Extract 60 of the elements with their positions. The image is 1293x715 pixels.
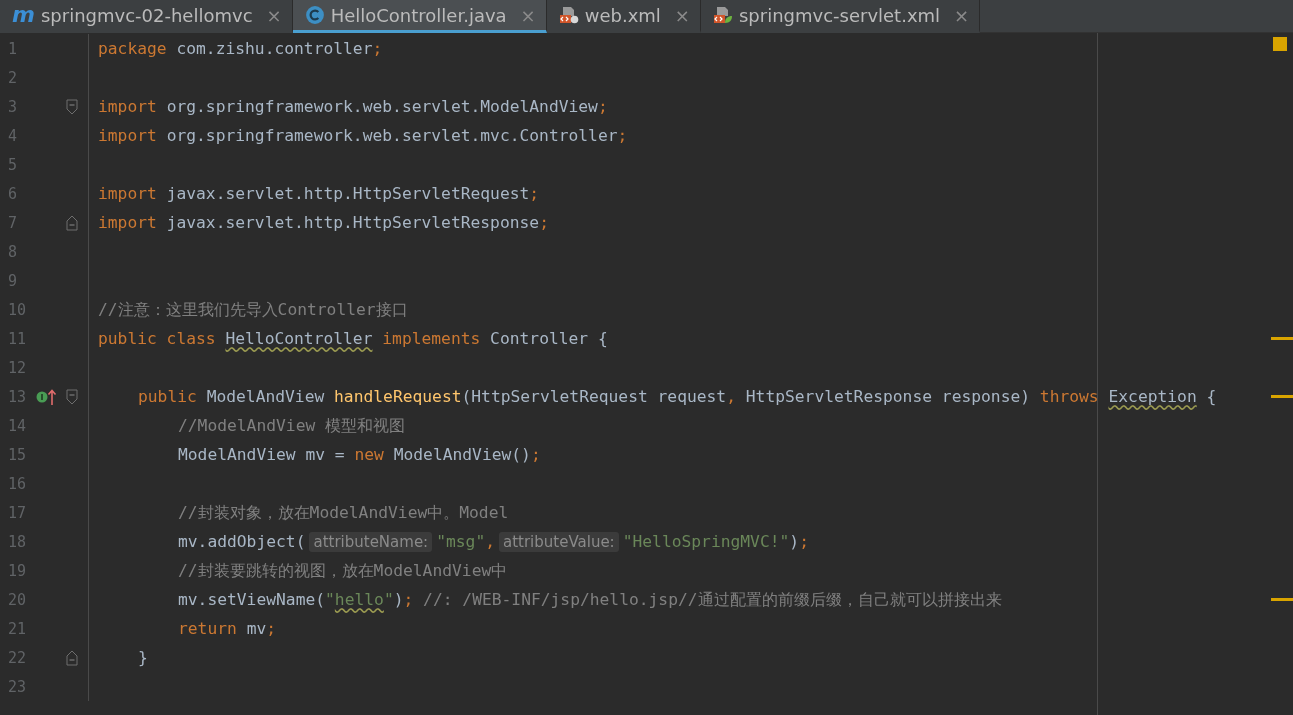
line-number: 18	[7, 532, 28, 551]
editor-tab[interactable]: springmvc-servlet.xml ×	[700, 0, 981, 33]
line-number: 22	[7, 648, 28, 667]
line-number: 23	[7, 677, 28, 696]
code-text: import org.springframework.web.servlet.mvc.Controller;	[98, 126, 628, 145]
line-number: 5	[7, 155, 19, 174]
line-number: 14	[7, 416, 28, 435]
line-number: 6	[7, 184, 19, 203]
line-number: 3	[7, 97, 19, 116]
line-number: 7	[7, 213, 19, 232]
parameter-hint: attributeName:	[309, 531, 433, 552]
parameter-hint: attributeValue:	[499, 531, 619, 552]
code-text: public class HelloController implements Controller {	[98, 327, 608, 350]
line-number: 11	[7, 329, 28, 348]
editor-tab[interactable]: web.xml ×	[546, 0, 701, 33]
code-text: "msg",	[436, 532, 495, 551]
line-number: 19	[7, 561, 28, 580]
code-text: }	[138, 648, 148, 667]
code-text: import javax.servlet.http.HttpServletResponse;	[98, 213, 549, 232]
class-icon	[304, 5, 325, 25]
code-text: return mv;	[178, 619, 277, 638]
fold-icon[interactable]	[66, 388, 78, 405]
close-icon[interactable]: ×	[520, 4, 536, 26]
line-number: 17	[7, 503, 28, 522]
code-text: mv.setViewName("hello"); //: /WEB-INF/jsp/hello.jsp//通过配置的前缀后缀，自己就可以拼接出来	[178, 588, 1002, 611]
code-text: package com.zishu.controller;	[98, 39, 383, 58]
editor-tab[interactable]: HelloController.java ×	[292, 0, 547, 33]
code-text: public ModelAndView handleRequest(HttpServletRequest request, HttpServletResponse response) throws Exception {	[138, 385, 1217, 408]
close-icon[interactable]: ×	[674, 4, 690, 26]
code-text: ModelAndView mv = new ModelAndView();	[178, 445, 541, 464]
line-number: 10	[7, 300, 28, 319]
close-icon[interactable]: ×	[266, 4, 282, 26]
line-number: 21	[7, 619, 28, 638]
spring-xml-file-icon	[712, 5, 733, 25]
line-number: 2	[7, 68, 19, 87]
line-number: 20	[7, 590, 28, 609]
line-number: 16	[7, 474, 28, 493]
fold-icon[interactable]	[66, 649, 78, 666]
code-text: //ModelAndView 模型和视图	[178, 414, 406, 437]
code-text: //封装对象，放在ModelAndView中。Model	[178, 501, 509, 524]
code-text: import org.springframework.web.servlet.ModelAndView;	[98, 97, 608, 116]
line-number: 13	[7, 387, 28, 406]
close-icon[interactable]: ×	[954, 4, 970, 26]
editor-tab[interactable]: m springmvc-02-hellomvc ×	[0, 0, 293, 33]
code-text: import javax.servlet.http.HttpServletRequest;	[98, 184, 540, 203]
code-text: //注意：这里我们先导入Controller接口	[98, 298, 408, 321]
code-text: "HelloSpringMVC!");	[622, 532, 809, 551]
line-number: 8	[7, 242, 19, 261]
line-number: 12	[7, 358, 28, 377]
line-number: 15	[7, 445, 28, 464]
code-text: //封装要跳转的视图，放在ModelAndView中	[178, 559, 508, 582]
code-text: mv.addObject(	[178, 532, 306, 551]
line-number: 1	[7, 39, 19, 58]
fold-icon[interactable]	[66, 98, 78, 115]
implements-method-icon[interactable]	[36, 387, 58, 406]
xml-file-icon	[558, 5, 579, 25]
line-number: 4	[7, 126, 19, 145]
module-icon: m	[12, 4, 35, 26]
fold-icon[interactable]	[66, 214, 78, 231]
line-number: 9	[7, 271, 19, 290]
